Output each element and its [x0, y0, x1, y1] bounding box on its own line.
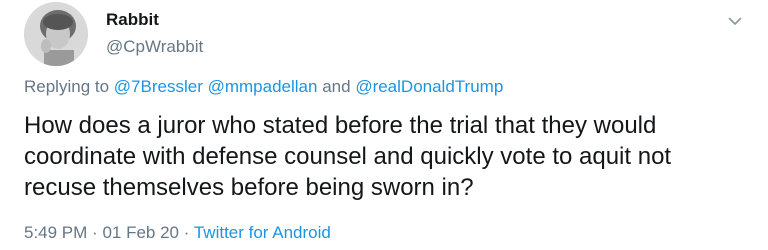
mention-link[interactable]: @realDonaldTrump [355, 77, 503, 96]
user-handle[interactable]: @CpWrabbit [106, 36, 203, 58]
mention-link[interactable]: @7Bressler [114, 77, 203, 96]
tweet-date[interactable]: 01 Feb 20 [102, 223, 179, 242]
chevron-down-icon[interactable] [726, 12, 744, 30]
avatar-image [24, 2, 88, 66]
tweet-source-link[interactable]: Twitter for Android [194, 223, 331, 242]
tweet-text: How does a juror who stated before the t… [24, 112, 672, 201]
replying-to: Replying to @7Bressler @mmpadellan and @… [24, 76, 503, 98]
mention-link[interactable]: @mmpadellan [208, 77, 318, 96]
meta-separator: · [92, 223, 98, 242]
meta-separator: · [183, 223, 190, 242]
tweet-metadata: 5:49 PM · 01 Feb 20 · Twitter for Androi… [24, 222, 331, 244]
avatar[interactable] [24, 2, 88, 66]
reply-conjunction: and [322, 77, 351, 96]
replying-to-label: Replying to [24, 77, 110, 96]
display-name[interactable]: Rabbit [106, 9, 159, 31]
tweet-time[interactable]: 5:49 PM [24, 223, 87, 242]
